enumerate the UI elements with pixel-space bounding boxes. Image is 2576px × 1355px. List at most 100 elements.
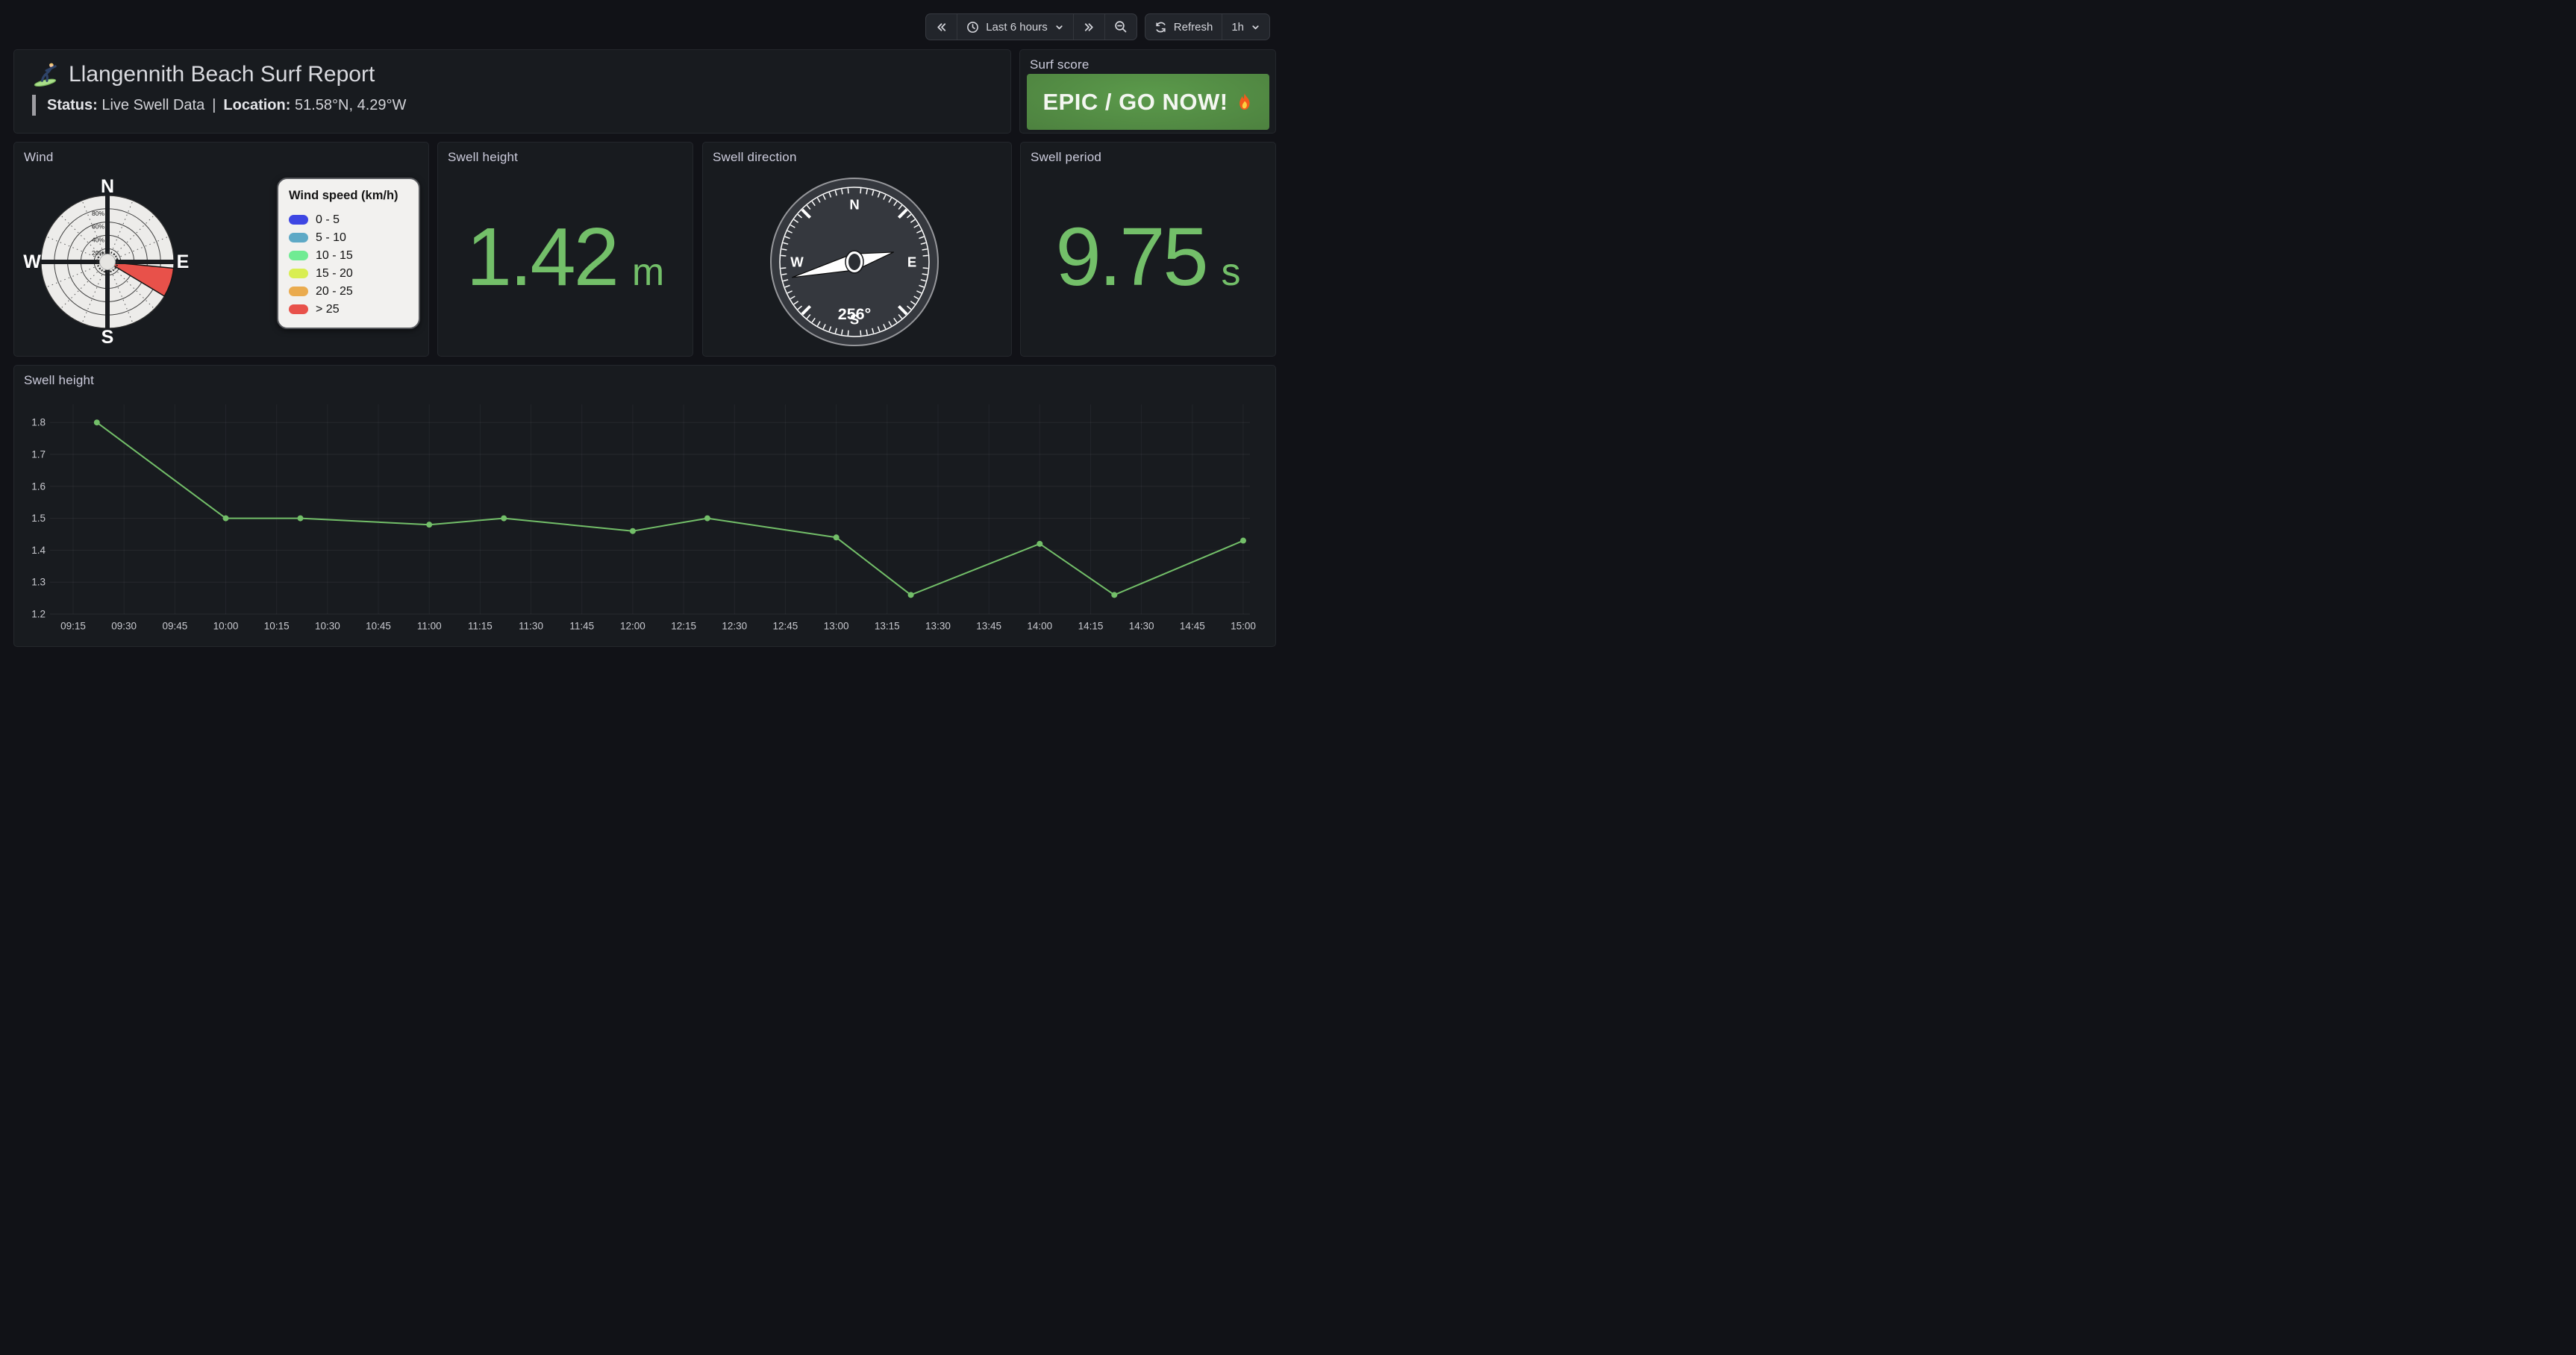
svg-text:15:00: 15:00 (1231, 621, 1256, 632)
svg-text:E: E (177, 251, 190, 272)
chevron-down-icon (1251, 22, 1260, 32)
svg-text:S: S (101, 327, 114, 348)
legend-item[interactable]: 10 - 15 (289, 247, 408, 265)
svg-text:1.7: 1.7 (31, 449, 46, 460)
surf-score-banner: EPIC / GO NOW! (1027, 74, 1269, 130)
page-title: Llangennith Beach Surf Report (32, 60, 1010, 88)
swell-height-chart-svg[interactable]: 1.21.31.41.51.61.71.809:1509:3009:4510:0… (20, 392, 1269, 643)
time-shift-forward-button[interactable] (1073, 14, 1104, 40)
refresh-interval-dropdown[interactable]: 1h (1222, 14, 1269, 40)
compass-svg[interactable]: NESW256° (703, 143, 1011, 356)
legend-item[interactable]: 5 - 10 (289, 229, 408, 247)
svg-text:12:45: 12:45 (773, 621, 798, 632)
swell-height-stat-panel: Swell height 1.42 m (437, 142, 693, 357)
svg-text:N: N (849, 197, 859, 213)
legend-label: 5 - 10 (316, 231, 346, 245)
svg-text:13:45: 13:45 (976, 621, 1001, 632)
svg-text:09:45: 09:45 (162, 621, 187, 632)
legend-label: 0 - 5 (316, 213, 340, 227)
svg-text:40%: 40% (92, 236, 104, 243)
swell-period-unit: s (1222, 253, 1241, 292)
legend-label: > 25 (316, 303, 340, 316)
svg-text:1.8: 1.8 (31, 417, 46, 428)
legend-swatch (289, 304, 308, 314)
svg-text:1.5: 1.5 (31, 513, 46, 524)
refresh-button[interactable]: Refresh (1145, 14, 1222, 40)
swell-height-series-title[interactable]: Swell height (24, 373, 94, 388)
status-value: Live Swell Data (101, 97, 204, 114)
surf-score-panel-title[interactable]: Surf score (1030, 57, 1089, 72)
swell-height-unit: m (632, 253, 664, 292)
zoom-out-time-button[interactable] (1104, 14, 1137, 40)
svg-text:80%: 80% (92, 210, 104, 217)
swell-direction-title[interactable]: Swell direction (713, 150, 797, 165)
svg-text:10:45: 10:45 (366, 621, 391, 632)
clock-icon (966, 21, 979, 34)
svg-text:13:15: 13:15 (875, 621, 900, 632)
swell-period-value: 9.75 (1055, 216, 1206, 298)
svg-text:11:30: 11:30 (519, 621, 543, 632)
wind-legend-title: Wind speed (km/h) (289, 188, 408, 204)
swell-height-series-panel: Swell height 1.21.31.41.51.61.71.809:150… (13, 365, 1276, 647)
legend-label: 10 - 15 (316, 249, 353, 263)
svg-text:14:45: 14:45 (1180, 621, 1205, 632)
svg-text:256°: 256° (838, 305, 871, 323)
location-label: Location: (223, 97, 290, 114)
refresh-interval-value: 1h (1231, 21, 1244, 34)
swell-direction-panel: Swell direction NESW256° (702, 142, 1012, 357)
legend-label: 15 - 20 (316, 267, 353, 281)
legend-swatch (289, 251, 308, 260)
surfer-emoji-icon (32, 60, 60, 88)
time-shift-back-button[interactable] (926, 14, 957, 40)
legend-item[interactable]: > 25 (289, 301, 408, 319)
legend-swatch (289, 215, 308, 225)
status-separator: | (212, 97, 216, 114)
svg-text:N: N (101, 176, 114, 197)
legend-label: 20 - 25 (316, 285, 353, 298)
svg-text:14:00: 14:00 (1027, 621, 1052, 632)
svg-text:09:15: 09:15 (60, 621, 86, 632)
dashboard-toolbar: Last 6 hours Refresh 1h (925, 13, 1270, 40)
svg-text:10:30: 10:30 (315, 621, 340, 632)
svg-text:12:00: 12:00 (620, 621, 645, 632)
svg-text:12:30: 12:30 (722, 621, 747, 632)
svg-text:E: E (907, 254, 916, 270)
time-range-picker[interactable]: Last 6 hours (957, 14, 1073, 40)
surf-score-panel: Surf score EPIC / GO NOW! (1019, 49, 1276, 134)
swell-height-value: 1.42 (466, 216, 617, 298)
svg-text:13:00: 13:00 (824, 621, 849, 632)
report-title-panel: Llangennith Beach Surf Report Status: Li… (13, 49, 1011, 134)
chevron-down-icon (1054, 22, 1064, 32)
svg-text:1.2: 1.2 (31, 609, 46, 620)
wind-panel: Wind 20%40%60%80%NESW Wind speed (km/h) … (13, 142, 429, 357)
wind-legend-items: 0 - 5 5 - 10 10 - 15 15 - 20 20 - 25 > 25 (289, 211, 408, 319)
legend-item[interactable]: 0 - 5 (289, 211, 408, 229)
refresh-label: Refresh (1174, 21, 1213, 34)
svg-text:1.3: 1.3 (31, 577, 46, 588)
time-range-controls: Last 6 hours (925, 13, 1137, 40)
status-line: Status: Live Swell Data | Location: 51.5… (32, 95, 1010, 116)
svg-text:W: W (790, 254, 804, 270)
wind-panel-title[interactable]: Wind (24, 150, 54, 165)
refresh-controls: Refresh 1h (1145, 13, 1270, 40)
svg-text:14:30: 14:30 (1129, 621, 1154, 632)
swell-height-stat: 1.42 m (438, 143, 693, 356)
svg-text:11:00: 11:00 (417, 621, 442, 632)
legend-item[interactable]: 15 - 20 (289, 265, 408, 283)
surf-score-value: EPIC / GO NOW! (1042, 89, 1228, 116)
legend-item[interactable]: 20 - 25 (289, 283, 408, 301)
swell-height-stat-title[interactable]: Swell height (448, 150, 518, 165)
location-value: 51.58°N, 4.29°W (295, 97, 406, 114)
fire-emoji-icon (1236, 91, 1254, 113)
swell-period-stat-title[interactable]: Swell period (1031, 150, 1101, 165)
svg-text:12:15: 12:15 (671, 621, 696, 632)
chevrons-right-icon (1083, 21, 1095, 34)
svg-text:1.6: 1.6 (31, 481, 46, 492)
page-title-text: Llangennith Beach Surf Report (69, 62, 375, 87)
svg-text:14:15: 14:15 (1078, 621, 1104, 632)
svg-text:11:15: 11:15 (468, 621, 493, 632)
svg-text:13:30: 13:30 (925, 621, 951, 632)
legend-swatch (289, 287, 308, 296)
refresh-sync-icon (1154, 21, 1167, 34)
legend-swatch (289, 233, 308, 242)
